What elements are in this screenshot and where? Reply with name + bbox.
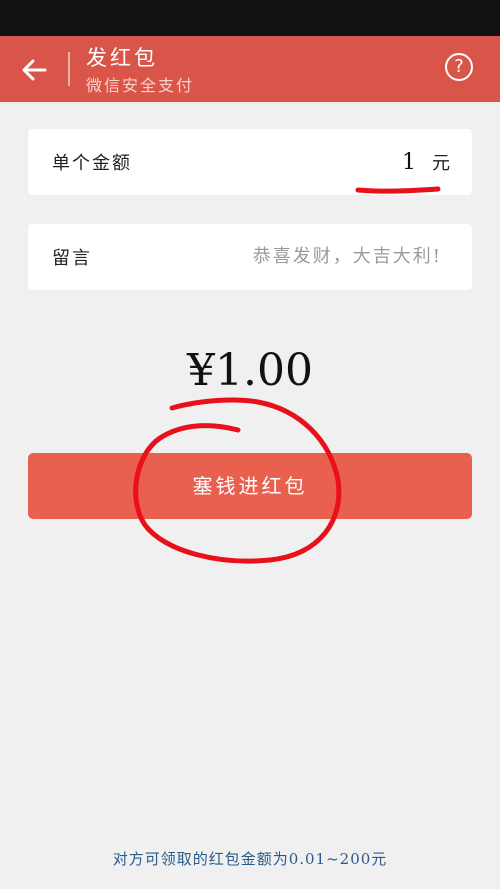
amount-input[interactable] [296,147,416,177]
header-divider [68,52,70,86]
amount-unit: 元 [432,153,450,174]
message-row: 留言 [28,224,472,290]
page-title: 发红包 [86,46,158,70]
status-bar [0,0,500,36]
header-bar: 发红包 微信安全支付 ? [0,36,500,102]
message-label: 留言 [52,248,92,269]
message-input[interactable] [162,240,442,272]
back-button[interactable] [14,50,54,90]
help-button[interactable]: ? [445,53,473,81]
send-red-packet-button[interactable]: 塞钱进红包 [28,453,472,519]
amount-label: 单个金额 [52,153,132,174]
amount-row: 单个金额 元 [28,129,472,195]
page-subtitle: 微信安全支付 [86,76,195,95]
back-arrow-icon [22,59,47,81]
footer-note: 对方可领取的红包金额为0.01~200元 [112,850,388,868]
total-amount-display: ¥1.00 [187,345,313,396]
